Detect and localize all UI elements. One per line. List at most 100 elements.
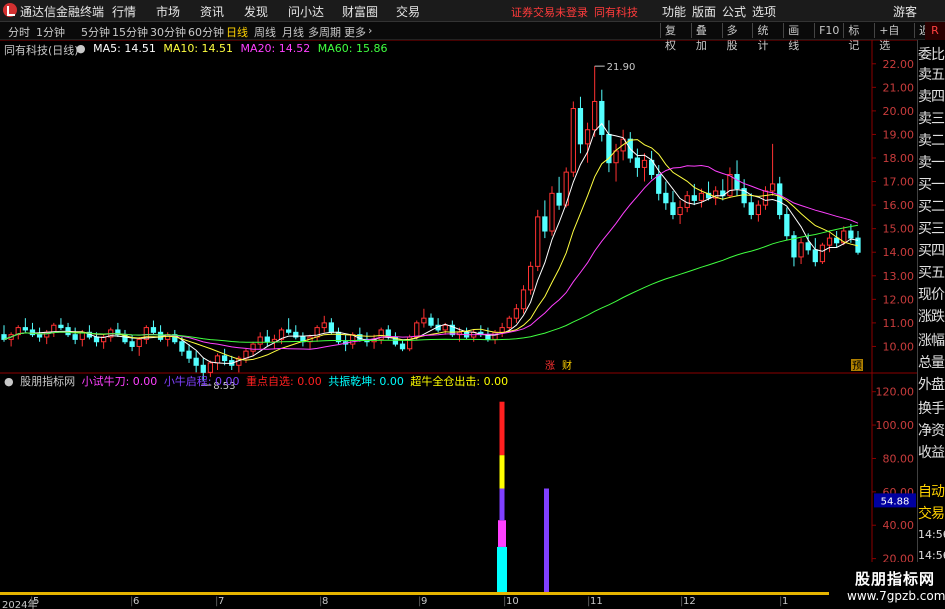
indicator-title: 股朋指标网: [20, 375, 76, 388]
date-axis-tick: |: [680, 596, 684, 607]
sidebar-cell: 换手: [918, 401, 945, 417]
candle-up: [769, 183, 776, 192]
menu-item-shichang[interactable]: 市场: [156, 3, 200, 20]
date-axis-tick: |: [587, 596, 591, 607]
candle-up: [321, 322, 327, 329]
sidebar-cell: 买三: [918, 221, 945, 237]
sidebar-cell: 涨幅: [918, 333, 945, 349]
candle-down: [784, 214, 790, 237]
period-15min[interactable]: 15分钟: [112, 24, 148, 40]
sidebar-cell: 买一: [918, 177, 945, 193]
candle-down: [663, 192, 669, 204]
candle-down: [179, 341, 185, 352]
date-axis-tick: |: [779, 596, 783, 607]
price-tick-label: 10.00: [883, 340, 915, 353]
price-tick-label: 18.00: [883, 152, 915, 165]
sidebar-cell: 卖四: [918, 89, 945, 105]
menu-item-wenxiaoda[interactable]: 问小达: [288, 3, 342, 20]
marker-zhang: 涨: [545, 360, 555, 372]
sidebar-cell: 卖二: [918, 133, 945, 149]
candle-down: [691, 195, 697, 201]
period-1min[interactable]: 1分钟: [36, 24, 65, 40]
marker-cai: 财: [562, 359, 572, 372]
candle-down: [22, 327, 28, 331]
menu-item-banmian[interactable]: 版面: [692, 3, 722, 20]
chart-svg[interactable]: 10.00 11.00 12.00 13.00 14.00 15.00 16.00 17.00…: [0, 40, 917, 609]
guest-user-button[interactable]: 游客: [893, 3, 917, 20]
menu-item-zixun[interactable]: 资讯: [200, 3, 244, 20]
candle-down: [670, 202, 676, 216]
main-menu: 行情 市场 资讯 发现 问小达 财富圈 交易: [112, 3, 440, 20]
duogu-button[interactable]: 多股: [721, 23, 753, 52]
candle-up: [257, 336, 263, 345]
menu-item-gongshi[interactable]: 公式: [722, 3, 752, 20]
sidebar-cell: 收益: [918, 445, 945, 461]
period-5min[interactable]: 5分钟: [81, 24, 110, 40]
period-fenshi[interactable]: 分时: [8, 24, 30, 40]
chevron-right-icon[interactable]: ›: [368, 24, 372, 37]
candle-down: [200, 364, 206, 373]
candle-up: [442, 324, 448, 331]
sidebar-cell: 委比: [918, 47, 945, 63]
date-axis-tick: |: [30, 596, 34, 607]
period-60min[interactable]: 60分钟: [188, 24, 224, 40]
date-axis-label: 6: [133, 596, 140, 607]
candle-down: [129, 341, 135, 347]
biaoji-button[interactable]: 标记: [843, 23, 874, 52]
period-multi[interactable]: 多周期: [308, 24, 341, 40]
date-axis-label: 12: [683, 596, 696, 607]
candle-down: [328, 322, 335, 333]
candle-up: [762, 190, 769, 206]
candle-up: [499, 327, 505, 333]
period-monthly[interactable]: 月线: [282, 24, 304, 40]
indicator-item-2: 小牛启程: 0.00: [163, 375, 240, 388]
menu-item-caifuquan[interactable]: 财富圈: [342, 3, 396, 20]
huaxian-button[interactable]: 画线: [783, 23, 814, 52]
price-tick-label: 20.00: [883, 105, 915, 118]
add-favorite-button[interactable]: +自选: [874, 23, 914, 52]
indicator-axis: 20.0040.0060.0080.00100.00120.0054.88: [872, 386, 916, 566]
fuquan-button[interactable]: 复权: [660, 23, 691, 52]
app-title: 通达信金融终端: [20, 5, 105, 19]
candle-up: [535, 216, 541, 267]
chart-area: 同有科技(日线) ● MA5: 14.51 MA10: 14.51 MA20: …: [0, 40, 945, 609]
date-axis-tick: |: [130, 596, 134, 607]
indicator-dropdown-icon[interactable]: ●: [4, 375, 14, 388]
period-more[interactable]: 更多: [344, 24, 366, 40]
chart-grid: [0, 40, 917, 592]
candle-down: [193, 357, 199, 366]
high-price-label: 21.90: [607, 62, 636, 73]
price-tick-label: 17.00: [883, 176, 915, 189]
indicator-bar-重点自选: [499, 401, 505, 456]
date-axis-tick: |: [503, 596, 507, 607]
price-tick-label: 12.00: [883, 293, 915, 306]
menu-item-gongneng[interactable]: 功能: [662, 3, 692, 20]
candle-up: [826, 237, 833, 246]
period-daily[interactable]: 日线: [226, 24, 248, 40]
sidebar-cell: 14:56: [918, 528, 945, 541]
quote-sidebar: 委比 卖五 卖四 卖三 卖二 卖一 买一 买二 买三 买四 买五 现价 涨跌 涨幅 总量 外盘 换手 净资 收益 自动…: [917, 40, 945, 609]
period-weekly[interactable]: 周线: [254, 24, 276, 40]
right-menu: 功能 版面 公式 选项: [662, 3, 782, 20]
price-axis: 10.00 11.00 12.00 13.00 14.00 15.00 16.00 17.00…: [872, 58, 915, 353]
candle-down: [157, 331, 164, 340]
menu-item-jiaoyi[interactable]: 交易: [396, 3, 440, 20]
period-30min[interactable]: 30分钟: [150, 24, 186, 40]
candle-down: [556, 192, 562, 206]
r-button[interactable]: R: [925, 22, 945, 40]
f10-button[interactable]: F10: [814, 23, 843, 38]
diejia-button[interactable]: 叠加: [690, 23, 722, 52]
menu-item-faxian[interactable]: 发现: [244, 3, 288, 20]
tongji-button[interactable]: 统计: [752, 23, 783, 52]
menu-item-hangqing[interactable]: 行情: [112, 3, 156, 20]
candle-down: [748, 202, 754, 216]
candle-down: [93, 336, 100, 343]
price-tick-label: 14.00: [883, 246, 915, 259]
menu-item-xuanxiang[interactable]: 选项: [752, 3, 782, 20]
candle-down: [264, 336, 270, 343]
sidebar-cell: 自动: [918, 484, 945, 500]
price-tick-label: 19.00: [883, 128, 915, 141]
candle-down: [58, 324, 64, 329]
candle-down: [36, 334, 43, 338]
candle-down: [734, 173, 740, 190]
